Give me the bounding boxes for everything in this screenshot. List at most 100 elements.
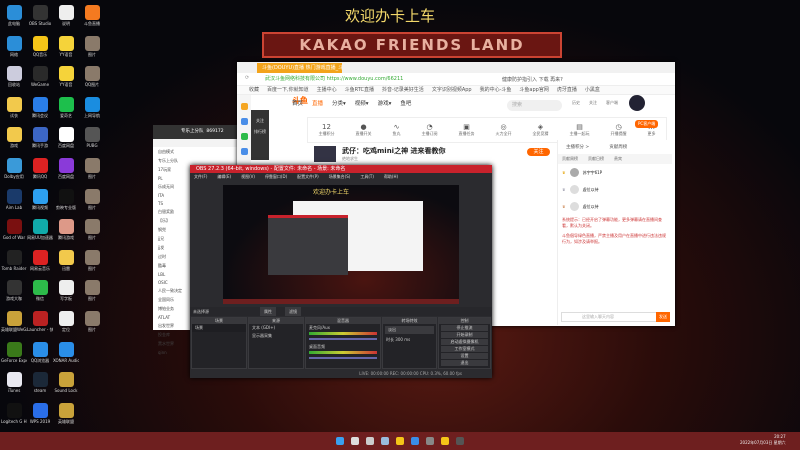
bookmark-item[interactable]: 主播中心 <box>317 86 337 94</box>
bookmark-item[interactable]: 抖音-记录美好生活 <box>382 86 424 94</box>
desktop-icon[interactable]: OBS Studio <box>27 5 53 26</box>
obs-menu-item[interactable]: 编辑(E) <box>217 173 231 181</box>
desktop-icon[interactable]: WeGame <box>27 66 53 87</box>
desktop-icon[interactable]: 网易云音乐 <box>27 249 53 271</box>
desktop-icon[interactable]: 腾讯会议 <box>27 96 53 118</box>
desktop-icon[interactable]: 网络 <box>1 35 27 57</box>
side-rank[interactable]: 排行榜 <box>251 129 269 135</box>
desktop-icon[interactable]: GeForce Experience <box>1 341 27 363</box>
desktop-icon[interactable]: 图片 <box>79 249 105 271</box>
room-tool[interactable]: ▤ 主播一起玩 <box>570 123 590 137</box>
desktop-icon[interactable]: God of War <box>1 219 27 240</box>
desktop-icon[interactable]: 爱奇艺 <box>53 96 79 118</box>
follow-button[interactable]: 关注 <box>527 148 550 156</box>
desktop-icon[interactable]: WPS 2019 <box>27 402 53 424</box>
desktop-icon[interactable]: 微信 <box>27 280 53 301</box>
bookmark-item[interactable]: 我的中心-斗鱼 <box>480 86 512 94</box>
obs-menu-item[interactable]: 帮助(H) <box>384 173 398 181</box>
bookmark-item[interactable]: 小黑盒 <box>585 86 600 94</box>
desktop-icon[interactable]: 图片 <box>79 158 105 179</box>
scene-item[interactable]: 场景 <box>192 324 246 332</box>
obs-menu-item[interactable]: 停靠窗口(D) <box>265 173 287 181</box>
desktop-icon[interactable]: QQ音乐 <box>27 35 53 57</box>
desktop-icon[interactable]: 腾讯游戏 <box>53 219 79 240</box>
header-icon-label[interactable]: 客户端 <box>606 100 618 106</box>
desktop-icon[interactable]: 网易UU加速器 <box>27 219 53 240</box>
qq-list-item[interactable]: 专乐上分队 <box>153 156 250 165</box>
nav-item[interactable]: 游戏▾ <box>378 99 392 107</box>
desktop-icon[interactable]: 图片 <box>79 35 105 57</box>
room-tool[interactable]: ◎ 火力全开 <box>496 123 512 137</box>
obs-menu-item[interactable]: 视图(V) <box>241 173 255 181</box>
desktop-icon[interactable]: 说明 <box>53 5 79 26</box>
favorites-icon[interactable] <box>240 103 248 110</box>
desktop-icon[interactable]: XONAR Audio <box>53 341 79 363</box>
room-tool[interactable]: ● 直播开关 <box>356 123 372 137</box>
desktop-icon[interactable]: 图片 <box>79 219 105 240</box>
desktop-icon[interactable]: 试衣 <box>1 96 27 118</box>
desktop-icon[interactable]: 游戏 <box>1 127 27 148</box>
refresh-icon[interactable]: ⟳ <box>245 75 249 81</box>
room-tool[interactable]: ◈ 全民竞猜 <box>533 123 549 137</box>
chat-subtab[interactable]: 贵宾 <box>614 156 622 162</box>
search-icon[interactable] <box>351 437 359 445</box>
obs-menu-item[interactable]: 配置文件(P) <box>297 173 319 181</box>
header-icon-label[interactable]: 历史 <box>572 100 580 106</box>
desktop-icon[interactable]: QQ图片 <box>79 66 105 87</box>
obs-control-button[interactable]: 停止推流 <box>441 325 488 331</box>
side-follow[interactable]: 关注 <box>251 118 269 124</box>
wechat-icon[interactable] <box>240 133 248 140</box>
desktop-icon[interactable]: 剪映专业版 <box>53 188 79 210</box>
room-tool[interactable]: 12 主播积分 <box>319 123 335 137</box>
obs-control-button[interactable]: 开始录制 <box>441 332 488 338</box>
desktop-icon[interactable]: Tomb Raider <box>1 249 27 271</box>
room-tool[interactable]: ▣ 直播任务 <box>459 123 475 137</box>
obs-menu-item[interactable]: 工具(T) <box>360 173 374 181</box>
desktop-icon[interactable]: steam <box>27 372 53 393</box>
clock-date[interactable]: 2022年07月03日 星期六 <box>740 440 786 446</box>
nav-item[interactable]: 分类▾ <box>332 99 346 107</box>
chat-tab[interactable]: 主播积分 > <box>566 144 589 150</box>
obs-preview[interactable]: 欢迎办卡上车 <box>223 185 459 304</box>
desktop-icon[interactable]: 图片 <box>79 311 105 332</box>
yy2-icon[interactable] <box>441 437 449 445</box>
send-button[interactable]: 发送 <box>656 312 670 322</box>
desktop-icon[interactable]: 定位 <box>53 311 79 332</box>
obs-menu-item[interactable]: 文件(F) <box>194 173 207 181</box>
task-view-icon[interactable] <box>366 437 374 445</box>
yy-icon[interactable] <box>396 437 404 445</box>
bookmark-item[interactable]: 百度一下,你就知道 <box>267 86 309 94</box>
desktop-icon[interactable]: 迅雷 <box>53 249 79 271</box>
nav-item[interactable]: 视频▾ <box>355 99 369 107</box>
obs-control-button[interactable]: 启动虚拟摄像机 <box>441 339 488 345</box>
desktop-icon[interactable]: 腾讯QQ <box>27 158 53 179</box>
chat-subtab[interactable]: 贡献周榜 <box>562 156 578 162</box>
browser-search-box[interactable]: 健康防护指引入 下载 再来? <box>502 76 563 83</box>
filters-button[interactable]: 滤镜 <box>285 307 301 316</box>
qq-toolbar[interactable] <box>153 139 250 147</box>
nav-item[interactable]: 鱼吧 <box>400 99 411 107</box>
room-tool[interactable]: ∿ 鱼丸 <box>393 123 401 137</box>
chat-tab[interactable]: 贡献周榜 <box>609 144 627 150</box>
desktop-icon[interactable]: 百度网盘 <box>53 158 79 179</box>
header-icon-label[interactable]: 关注 <box>589 100 597 106</box>
desktop-icon[interactable]: 回收站 <box>1 66 27 87</box>
bookmark-item[interactable]: 斗鱼app官网 <box>519 86 548 94</box>
nav-item[interactable]: 直播 <box>312 99 323 107</box>
qq-list-item[interactable]: 自由模式 <box>153 147 250 156</box>
desktop-icon[interactable]: iTunes <box>1 372 27 393</box>
desktop-icon[interactable]: 图片 <box>79 188 105 210</box>
desktop-icon[interactable]: 游戏大咖 <box>1 280 27 301</box>
nav-item[interactable]: 首页 <box>292 99 303 107</box>
desktop-icon[interactable]: Logitech G HUB <box>1 402 27 424</box>
address-bar[interactable]: ⟳ 武汉斗鱼网络科技有限公司 https://www.douyu.com/662… <box>237 73 675 86</box>
bookmark-item[interactable]: 文字识别视频App <box>432 86 472 94</box>
streamer-avatar[interactable] <box>314 146 336 162</box>
obs-control-button[interactable]: 设置 <box>441 353 488 359</box>
desktop-icon[interactable]: 腾讯视频 <box>27 188 53 210</box>
bookmark-item[interactable]: 虎牙直播 <box>557 86 577 94</box>
desktop-icon[interactable]: 图片 <box>79 280 105 301</box>
chat-subtab[interactable]: 贡献日榜 <box>588 156 604 162</box>
desktop-icon[interactable]: 上网导航 <box>79 96 105 118</box>
sidebar-icon[interactable] <box>240 118 248 125</box>
